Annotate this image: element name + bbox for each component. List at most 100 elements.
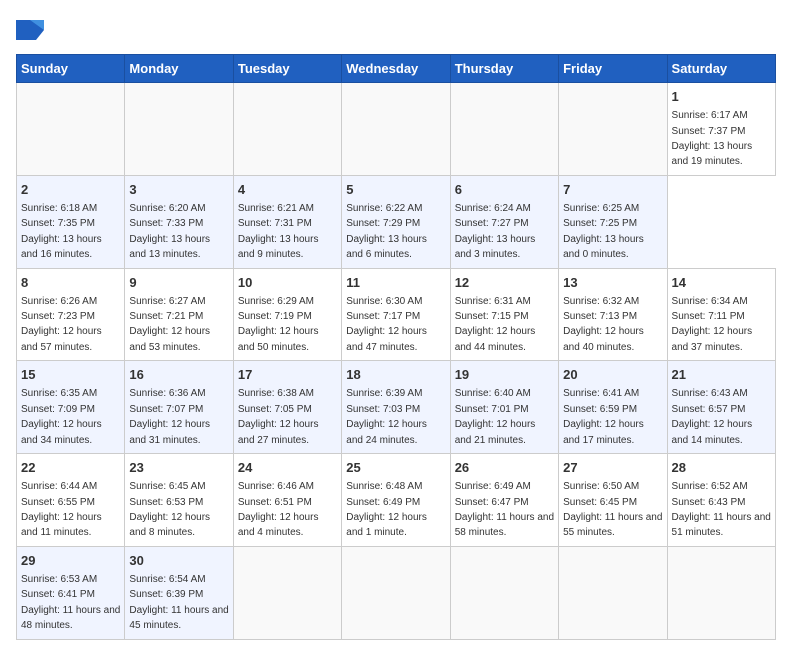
day-info: Sunrise: 6:17 AMSunset: 7:37 PMDaylight:… xyxy=(672,110,753,167)
empty-cell xyxy=(342,83,450,176)
empty-cell xyxy=(450,546,558,639)
day-info: Sunrise: 6:46 AMSunset: 6:51 PMDaylight:… xyxy=(238,481,319,538)
day-info: Sunrise: 6:35 AMSunset: 7:09 PMDaylight:… xyxy=(21,388,102,445)
day-info: Sunrise: 6:52 AMSunset: 6:43 PMDaylight:… xyxy=(672,481,771,538)
day-info: Sunrise: 6:54 AMSunset: 6:39 PMDaylight:… xyxy=(129,574,228,631)
day-number: 17 xyxy=(238,366,337,384)
empty-cell xyxy=(233,83,341,176)
day-number: 1 xyxy=(672,88,771,106)
day-number: 4 xyxy=(238,181,337,199)
day-info: Sunrise: 6:32 AMSunset: 7:13 PMDaylight:… xyxy=(563,296,644,353)
day-info: Sunrise: 6:24 AMSunset: 7:27 PMDaylight:… xyxy=(455,203,536,260)
day-number: 7 xyxy=(563,181,662,199)
day-info: Sunrise: 6:30 AMSunset: 7:17 PMDaylight:… xyxy=(346,296,427,353)
day-info: Sunrise: 6:44 AMSunset: 6:55 PMDaylight:… xyxy=(21,481,102,538)
empty-cell xyxy=(559,546,667,639)
calendar-week-row: 22 Sunrise: 6:44 AMSunset: 6:55 PMDayligh… xyxy=(17,454,776,547)
logo-icon xyxy=(16,16,44,44)
calendar-day: 6 Sunrise: 6:24 AMSunset: 7:27 PMDaylight… xyxy=(450,175,558,268)
day-info: Sunrise: 6:34 AMSunset: 7:11 PMDaylight:… xyxy=(672,296,753,353)
day-info: Sunrise: 6:50 AMSunset: 6:45 PMDaylight:… xyxy=(563,481,662,538)
calendar-day: 7 Sunrise: 6:25 AMSunset: 7:25 PMDaylight… xyxy=(559,175,667,268)
page-header xyxy=(16,16,776,44)
day-number: 28 xyxy=(672,459,771,477)
calendar-day: 18Sunrise: 6:39 AMSunset: 7:03 PMDayligh… xyxy=(342,361,450,454)
calendar-day: 22 Sunrise: 6:44 AMSunset: 6:55 PMDayligh… xyxy=(17,454,125,547)
calendar-day: 14 Sunrise: 6:34 AMSunset: 7:11 PMDayligh… xyxy=(667,268,775,361)
day-number: 16 xyxy=(129,366,228,384)
day-number: 24 xyxy=(238,459,337,477)
calendar-day: 28 Sunrise: 6:52 AMSunset: 6:43 PMDayligh… xyxy=(667,454,775,547)
day-info: Sunrise: 6:36 AMSunset: 7:07 PMDaylight:… xyxy=(129,388,210,445)
calendar-week-row: 1 Sunrise: 6:17 AMSunset: 7:37 PMDaylight… xyxy=(17,83,776,176)
calendar-day: 21 Sunrise: 6:43 AMSunset: 6:57 PMDayligh… xyxy=(667,361,775,454)
empty-cell xyxy=(667,546,775,639)
day-of-week-header: Wednesday xyxy=(342,55,450,83)
calendar-day: 5 Sunrise: 6:22 AMSunset: 7:29 PMDaylight… xyxy=(342,175,450,268)
day-info: Sunrise: 6:53 AMSunset: 6:41 PMDaylight:… xyxy=(21,574,120,631)
day-info: Sunrise: 6:25 AMSunset: 7:25 PMDaylight:… xyxy=(563,203,644,260)
day-number: 20 xyxy=(563,366,662,384)
calendar-day: 8Sunrise: 6:26 AMSunset: 7:23 PMDaylight… xyxy=(17,268,125,361)
calendar-day: 11 Sunrise: 6:30 AMSunset: 7:17 PMDayligh… xyxy=(342,268,450,361)
day-number: 25 xyxy=(346,459,445,477)
day-of-week-header: Tuesday xyxy=(233,55,341,83)
empty-cell xyxy=(342,546,450,639)
day-number: 22 xyxy=(21,459,120,477)
calendar-day: 3 Sunrise: 6:20 AMSunset: 7:33 PMDaylight… xyxy=(125,175,233,268)
day-info: Sunrise: 6:38 AMSunset: 7:05 PMDaylight:… xyxy=(238,388,319,445)
calendar-day: 9 Sunrise: 6:27 AMSunset: 7:21 PMDaylight… xyxy=(125,268,233,361)
day-number: 11 xyxy=(346,274,445,292)
calendar-week-row: 8Sunrise: 6:26 AMSunset: 7:23 PMDaylight… xyxy=(17,268,776,361)
calendar-day: 23Sunrise: 6:45 AMSunset: 6:53 PMDayligh… xyxy=(125,454,233,547)
day-info: Sunrise: 6:27 AMSunset: 7:21 PMDaylight:… xyxy=(129,296,210,353)
day-number: 23 xyxy=(129,459,228,477)
day-info: Sunrise: 6:49 AMSunset: 6:47 PMDaylight:… xyxy=(455,481,554,538)
day-info: Sunrise: 6:48 AMSunset: 6:49 PMDaylight:… xyxy=(346,481,427,538)
day-number: 21 xyxy=(672,366,771,384)
day-of-week-header: Friday xyxy=(559,55,667,83)
calendar-day: 30 Sunrise: 6:54 AMSunset: 6:39 PMDayligh… xyxy=(125,546,233,639)
day-number: 14 xyxy=(672,274,771,292)
day-info: Sunrise: 6:40 AMSunset: 7:01 PMDaylight:… xyxy=(455,388,536,445)
calendar-day: 4 Sunrise: 6:21 AMSunset: 7:31 PMDaylight… xyxy=(233,175,341,268)
calendar-day: 19 Sunrise: 6:40 AMSunset: 7:01 PMDayligh… xyxy=(450,361,558,454)
day-info: Sunrise: 6:18 AMSunset: 7:35 PMDaylight:… xyxy=(21,203,102,260)
day-number: 5 xyxy=(346,181,445,199)
day-info: Sunrise: 6:43 AMSunset: 6:57 PMDaylight:… xyxy=(672,388,753,445)
calendar-day: 15 Sunrise: 6:35 AMSunset: 7:09 PMDayligh… xyxy=(17,361,125,454)
day-info: Sunrise: 6:26 AMSunset: 7:23 PMDaylight:… xyxy=(21,296,102,353)
calendar-header-row: SundayMondayTuesdayWednesdayThursdayFrid… xyxy=(17,55,776,83)
day-info: Sunrise: 6:22 AMSunset: 7:29 PMDaylight:… xyxy=(346,203,427,260)
day-of-week-header: Saturday xyxy=(667,55,775,83)
calendar-day: 26 Sunrise: 6:49 AMSunset: 6:47 PMDayligh… xyxy=(450,454,558,547)
day-number: 29 xyxy=(21,552,120,570)
day-number: 3 xyxy=(129,181,228,199)
day-number: 10 xyxy=(238,274,337,292)
empty-cell xyxy=(450,83,558,176)
day-number: 26 xyxy=(455,459,554,477)
day-of-week-header: Sunday xyxy=(17,55,125,83)
day-info: Sunrise: 6:29 AMSunset: 7:19 PMDaylight:… xyxy=(238,296,319,353)
calendar-day: 20Sunrise: 6:41 AMSunset: 6:59 PMDayligh… xyxy=(559,361,667,454)
empty-cell xyxy=(17,83,125,176)
logo xyxy=(16,16,48,44)
day-number: 30 xyxy=(129,552,228,570)
empty-cell xyxy=(233,546,341,639)
day-number: 15 xyxy=(21,366,120,384)
calendar-day: 2Sunrise: 6:18 AMSunset: 7:35 PMDaylight… xyxy=(17,175,125,268)
day-info: Sunrise: 6:21 AMSunset: 7:31 PMDaylight:… xyxy=(238,203,319,260)
day-number: 19 xyxy=(455,366,554,384)
calendar-day: 17 Sunrise: 6:38 AMSunset: 7:05 PMDayligh… xyxy=(233,361,341,454)
empty-cell xyxy=(125,83,233,176)
day-number: 13 xyxy=(563,274,662,292)
calendar-table: SundayMondayTuesdayWednesdayThursdayFrid… xyxy=(16,54,776,640)
calendar-day: 12Sunrise: 6:31 AMSunset: 7:15 PMDayligh… xyxy=(450,268,558,361)
calendar-day: 29 Sunrise: 6:53 AMSunset: 6:41 PMDayligh… xyxy=(17,546,125,639)
day-info: Sunrise: 6:31 AMSunset: 7:15 PMDaylight:… xyxy=(455,296,536,353)
empty-cell xyxy=(559,83,667,176)
day-info: Sunrise: 6:20 AMSunset: 7:33 PMDaylight:… xyxy=(129,203,210,260)
calendar-week-row: 2Sunrise: 6:18 AMSunset: 7:35 PMDaylight… xyxy=(17,175,776,268)
day-number: 6 xyxy=(455,181,554,199)
day-number: 9 xyxy=(129,274,228,292)
